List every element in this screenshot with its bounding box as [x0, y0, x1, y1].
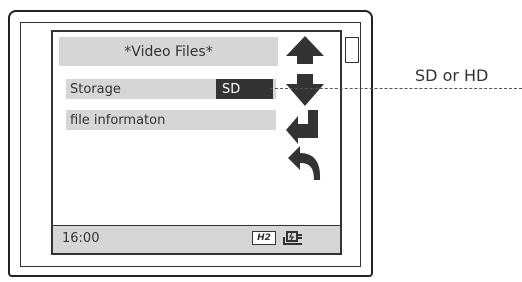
back-icon[interactable] [284, 144, 326, 182]
side-slot [345, 37, 359, 63]
menu-item-file-information[interactable]: file informaton [66, 110, 276, 130]
screen-title: *Video Files* [59, 37, 278, 66]
arrow-up-icon[interactable] [284, 34, 326, 72]
menu-item-label: file informaton [70, 112, 166, 128]
menu-item-label: Storage [70, 81, 121, 97]
power-plug-icon [283, 231, 302, 245]
arrow-down-icon[interactable] [284, 70, 326, 108]
status-bar: 16:00 H2 [53, 225, 340, 253]
clock-time: 16:00 [62, 231, 100, 246]
enter-icon[interactable] [284, 108, 326, 146]
hd-badge-icon: H2 [252, 231, 276, 245]
callout-leader-line [270, 88, 522, 89]
callout-label: SD or HD [415, 66, 489, 85]
hd-badge-text: H2 [257, 233, 271, 243]
storage-value[interactable]: SD [216, 79, 273, 99]
